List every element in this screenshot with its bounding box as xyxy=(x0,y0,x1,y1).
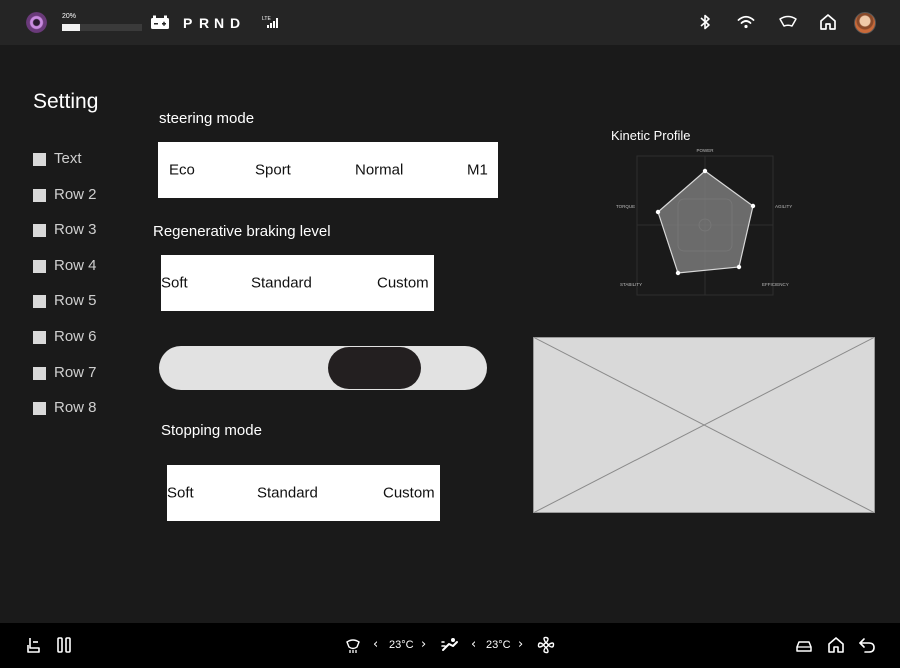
sidebar-item-label: Row 7 xyxy=(54,364,97,381)
signal-label: LTE xyxy=(262,16,271,22)
stopping-option-soft[interactable]: Soft xyxy=(167,485,194,502)
sidebar-item-label: Row 3 xyxy=(54,221,97,238)
radar-axis-label: POWER xyxy=(696,148,714,153)
radar-point-torque xyxy=(655,209,661,215)
gear-reverse[interactable]: R xyxy=(199,15,209,31)
stopping-option-custom[interactable]: Custom xyxy=(383,485,435,502)
radar-axis-label: STABILITY xyxy=(620,282,642,287)
checkbox[interactable] xyxy=(33,224,46,237)
battery-percent: 20% xyxy=(62,13,77,20)
seat-icon[interactable] xyxy=(25,636,43,654)
driver-temp-up-icon[interactable]: › xyxy=(421,637,426,652)
heated-steering-icon[interactable] xyxy=(344,636,362,654)
checkbox[interactable] xyxy=(33,153,46,166)
slider-handle[interactable] xyxy=(328,347,421,389)
windshield-icon[interactable] xyxy=(778,13,798,31)
radar-title: Kinetic Profile xyxy=(611,128,691,143)
gear-drive[interactable]: D xyxy=(230,15,240,31)
sidebar-item-label: Row 4 xyxy=(54,257,97,274)
battery-bar xyxy=(62,24,142,31)
app-logo-icon[interactable] xyxy=(26,12,47,33)
wifi-icon[interactable] xyxy=(737,13,755,31)
radar-point-efficiency xyxy=(736,264,742,270)
gear-park[interactable]: P xyxy=(183,15,192,31)
gear-neutral[interactable]: N xyxy=(214,15,224,31)
passenger-temp-down-icon[interactable]: ‹ xyxy=(471,637,476,652)
image-placeholder xyxy=(533,337,875,513)
cellular-signal-icon: LTE xyxy=(262,15,280,34)
driver-temp-down-icon[interactable]: ‹ xyxy=(373,637,378,652)
user-avatar[interactable] xyxy=(854,12,876,34)
passenger-temp: 23°C xyxy=(486,639,511,651)
sidebar-item-label: Row 6 xyxy=(54,328,97,345)
panels-icon[interactable] xyxy=(56,636,72,654)
sidebar-item-label: Text xyxy=(54,150,82,167)
regen-option-custom[interactable]: Custom xyxy=(377,275,429,292)
regen-braking-label: Regenerative braking level xyxy=(153,223,331,240)
radar-axis-label: TORQUE xyxy=(616,204,635,209)
radar-point-stability xyxy=(675,270,681,276)
stopping-option-standard[interactable]: Standard xyxy=(257,485,318,502)
sidebar-item-label: Row 5 xyxy=(54,292,97,309)
steering-mode-label: steering mode xyxy=(159,110,255,127)
page-title: Setting xyxy=(33,90,99,113)
home-icon[interactable] xyxy=(827,636,845,654)
checkbox[interactable] xyxy=(33,260,46,273)
regen-option-standard[interactable]: Standard xyxy=(251,275,312,292)
checkbox[interactable] xyxy=(33,367,46,380)
fan-icon[interactable] xyxy=(537,636,555,654)
climate-bar: ‹ 23°C › ‹ 23°C › xyxy=(0,623,900,668)
sidebar-item-label: Row 8 xyxy=(54,399,97,416)
battery-bar-fill xyxy=(62,24,80,31)
checkbox[interactable] xyxy=(33,189,46,202)
airflow-icon[interactable] xyxy=(440,636,460,654)
steering-mode-selector: Eco Sport Normal M1 xyxy=(158,142,498,198)
back-icon[interactable] xyxy=(858,636,876,654)
steering-option-eco[interactable]: Eco xyxy=(169,162,195,179)
checkbox[interactable] xyxy=(33,331,46,344)
car-icon[interactable] xyxy=(795,636,813,654)
radar-point-power xyxy=(702,168,708,174)
stopping-mode-selector: Soft Standard Custom xyxy=(167,465,440,521)
radar-axis-label: AGILITY xyxy=(775,204,792,209)
radar-axis-label: EFFICIENCY xyxy=(762,282,789,287)
kinetic-profile-radar: POWER AGILITY EFFICIENCY STABILITY TORQU… xyxy=(616,148,792,296)
radar-point-agility xyxy=(750,203,756,209)
checkbox[interactable] xyxy=(33,402,46,415)
car-battery-icon xyxy=(151,15,169,29)
regen-option-soft[interactable]: Soft xyxy=(161,275,188,292)
bluetooth-icon[interactable] xyxy=(698,13,712,31)
steering-option-sport[interactable]: Sport xyxy=(255,162,291,179)
status-bar: 20% P R N D LTE xyxy=(0,0,900,45)
regen-braking-selector: Soft Standard Custom xyxy=(161,255,434,311)
checkbox[interactable] xyxy=(33,295,46,308)
sidebar-item-label: Row 2 xyxy=(54,186,97,203)
steering-option-normal[interactable]: Normal xyxy=(355,162,403,179)
regen-level-slider[interactable] xyxy=(159,346,487,390)
passenger-temp-up-icon[interactable]: › xyxy=(518,637,523,652)
steering-option-m1[interactable]: M1 xyxy=(467,162,488,179)
home-icon[interactable] xyxy=(819,13,837,31)
driver-temp: 23°C xyxy=(389,639,414,651)
stopping-mode-label: Stopping mode xyxy=(161,422,262,439)
